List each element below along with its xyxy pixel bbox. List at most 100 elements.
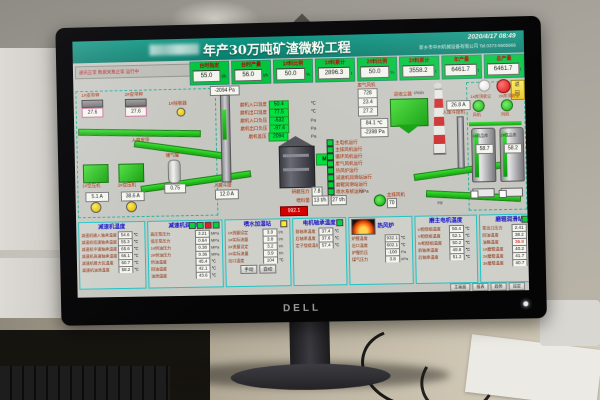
silo1-label: 1#成品库 [472, 134, 488, 139]
kpi-box: 2#料比例 50.0 % [357, 57, 398, 82]
kpi-unit: % [306, 71, 310, 76]
elevator-amp: 12.0 A [215, 189, 239, 199]
param-row: 3#磨辊温度40.7℃ [483, 259, 529, 267]
auto-button[interactable]: 自动 [259, 264, 276, 273]
elevator-pipe [222, 110, 227, 140]
panel-hot-stove: 热风炉 炉膛温度932.1℃出口温度602.1℃炉膛负压-100Pa煤气压力3.… [348, 216, 414, 285]
status-indicator [280, 220, 287, 227]
kpi-unit: % [390, 69, 394, 74]
taskbar-button[interactable]: 趋势 [490, 282, 506, 290]
air-tank-value: 0.75 [164, 183, 186, 193]
legend-label: 喷水系统运行 [336, 188, 363, 195]
bag-filter-icon[interactable] [390, 98, 429, 127]
flame-icon [351, 219, 375, 235]
dell-logo: DELL [61, 299, 547, 318]
legend-indicator [327, 146, 334, 153]
legend-label: 废气风机运行 [335, 160, 362, 167]
kpi-value: 50.0 [276, 68, 305, 81]
taskbar-button[interactable]: 报表 [472, 283, 488, 291]
elevator-label: 入磨斗提 [214, 182, 232, 188]
kpi-unit: t/h [263, 72, 268, 77]
monitor-stand-base [230, 363, 390, 391]
monitor-bezel: DELL 年产30万吨矿渣微粉工程 2020/4/17 08:49 新乡市中州机… [55, 16, 547, 326]
room-scene: DELL 年产30万吨矿渣微粉工程 2020/4/17 08:49 新乡市中州机… [0, 0, 600, 400]
main-fan-value: 70 [387, 198, 397, 208]
manual-button[interactable]: 手动 [240, 265, 257, 274]
truck1-cab [470, 190, 478, 198]
compressor2-icon[interactable] [118, 163, 144, 182]
feed-value2: 27 t/h [330, 195, 347, 205]
status-legend: 主电机运行 主排风机运行 循环风机运行 [326, 138, 399, 196]
panel-gearbox-temp: 减速机温度 减速机输入轴承温度54.6℃减速机低速轴承温度55.3℃减速机中速轴… [78, 221, 146, 290]
main-fan-icon[interactable] [374, 194, 386, 206]
kpi-value: 3558.2 [402, 65, 434, 78]
legend-label: 磨辊润滑站运行 [336, 181, 368, 188]
chimney [432, 89, 446, 156]
monitor: DELL 年产30万吨矿渣微粉工程 2020/4/17 08:49 新乡市中州机… [47, 6, 554, 396]
feeder1-value: 27.6 [82, 107, 104, 117]
parameter-panels: 减速机温度 减速机输入轴承温度54.6℃减速机低速轴承温度55.3℃减速机中速轴… [78, 214, 527, 290]
taskbar-button[interactable]: 主画面 [450, 283, 470, 291]
panel-title: 热风炉 [377, 222, 394, 230]
mill-param-unit: Pa [291, 125, 316, 131]
legend-label: 主电机运行 [335, 139, 358, 145]
kpi-box: 台时产量 56.0 t/h [231, 60, 271, 85]
status-indicator [189, 222, 196, 229]
kpi-box: 台时指定 55.0 t/h [189, 61, 229, 86]
param-row: 后轴承温度51.2℃ [418, 253, 475, 261]
feeder2-label: 2#皮带秤 [125, 92, 143, 98]
kpi-unit: t/h [221, 73, 226, 78]
silo1-value: 58.7 [475, 144, 493, 154]
kpi-box: 1#料比例 50.0 % [273, 59, 313, 84]
status-indicator [205, 222, 212, 229]
mill-band [283, 168, 309, 172]
status-line: 通讯正常 数据采集正常 运行中 [75, 64, 191, 80]
pump2-value: 38.6 A [121, 191, 145, 201]
mill-band [283, 154, 309, 158]
bag-filter-hopper [396, 124, 420, 134]
grind-pressure-label: 研磨压力 [266, 189, 310, 196]
param-row: 减速机油池温度58.2℃ [82, 266, 143, 274]
legend-indicator [328, 189, 335, 196]
mill-param-unit: Pa [291, 117, 316, 123]
feed-row: 喂料量 13 t/h 27 t/h [266, 196, 347, 206]
param-row: 油池温度43.6℃ [151, 271, 221, 279]
param-row: 出口温度104℃ [228, 256, 288, 264]
legend-indicator [326, 139, 333, 146]
silo1-level [474, 133, 479, 177]
silo2-value: 58.2 [504, 143, 522, 153]
taskbar-button[interactable]: 设定 [509, 282, 525, 290]
bag-filter-label: 袋收尘器 [394, 91, 412, 97]
kpi-value: 6461.7 [444, 64, 476, 77]
kpi-value: 50.0 [360, 66, 389, 79]
mill-alarm-value: 992.1 [280, 206, 308, 217]
page-title: 年产30万吨矿渣微粉工程 [203, 37, 351, 60]
panel-roller-lube: 磨辊润滑站 泵出口压力2.41MPa回油温度38.2℃油箱温度36.8℃1#磨辊… [479, 213, 529, 283]
mill-param-unit: ℃ [291, 101, 316, 108]
power-led[interactable] [523, 301, 528, 306]
legend-label: 热风炉运行 [336, 167, 359, 173]
pump1-value: 5.1 A [85, 192, 109, 202]
silo-elevator-icon[interactable] [457, 116, 465, 168]
air-tank-icon[interactable] [168, 159, 181, 183]
feed-label: 喂料量 [266, 198, 310, 205]
legend-indicator [327, 161, 334, 168]
legend-indicator [327, 182, 334, 189]
feed-value: 13 t/h [312, 195, 329, 205]
bag-pressure: -2398 Pa [360, 127, 388, 138]
panel-motor-bearing-temp: 电机轴承温度 前轴承温度37.4℃后轴承温度37.6℃定子绕组温度57.4℃ [292, 217, 347, 286]
feeder1-label: 1#皮带秤 [81, 93, 99, 99]
compressor1-label: 1#空压机 [82, 183, 100, 189]
status-indicator [197, 222, 204, 229]
smoke [434, 83, 442, 89]
kpi-unit: t [435, 68, 436, 73]
kpi-value: 55.0 [193, 70, 221, 83]
panel-water-spray: 喷水加湿站 1#流量设定3.0t/h1#实际流量3.8t/h2#流量设定3.2t… [224, 218, 291, 287]
compressor1-icon[interactable] [83, 164, 109, 183]
legend-indicator [327, 168, 334, 175]
silo2-label: 2#成品库 [500, 133, 516, 138]
mill-param-label: 磨机入口温度 [240, 102, 267, 109]
silo-filter2-label: 2#库顶收尘 [499, 93, 520, 100]
scada-screen: 年产30万吨矿渣微粉工程 2020/4/17 08:49 新乡市中州机械设备有限… [72, 30, 529, 297]
kpi-value: 6461.7 [487, 63, 519, 76]
